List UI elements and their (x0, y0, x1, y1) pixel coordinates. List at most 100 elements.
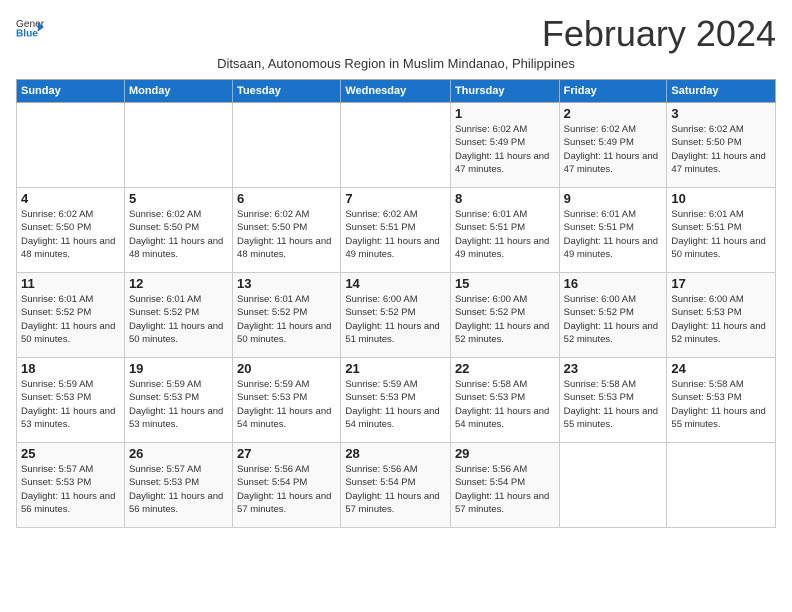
day-number: 4 (21, 191, 120, 206)
day-info: Sunrise: 5:57 AMSunset: 5:53 PMDaylight:… (21, 463, 120, 516)
calendar-cell: 3 Sunrise: 6:02 AMSunset: 5:50 PMDaylight… (667, 103, 776, 188)
svg-text:Blue: Blue (16, 28, 38, 38)
day-number: 21 (345, 361, 446, 376)
day-number: 6 (237, 191, 336, 206)
logo-icon: General Blue (16, 16, 44, 38)
calendar-cell: 14 Sunrise: 6:00 AMSunset: 5:52 PMDayligh… (341, 273, 451, 358)
day-info: Sunrise: 6:01 AMSunset: 5:51 PMDaylight:… (455, 208, 555, 261)
calendar-cell: 8 Sunrise: 6:01 AMSunset: 5:51 PMDaylight… (450, 188, 559, 273)
day-info: Sunrise: 6:02 AMSunset: 5:51 PMDaylight:… (345, 208, 446, 261)
day-number: 7 (345, 191, 446, 206)
calendar-cell: 6 Sunrise: 6:02 AMSunset: 5:50 PMDaylight… (233, 188, 341, 273)
col-header-saturday: Saturday (667, 80, 776, 103)
calendar-cell (17, 103, 125, 188)
day-number: 8 (455, 191, 555, 206)
calendar-cell: 10 Sunrise: 6:01 AMSunset: 5:51 PMDayligh… (667, 188, 776, 273)
calendar-cell: 18 Sunrise: 5:59 AMSunset: 5:53 PMDayligh… (17, 358, 125, 443)
logo: General Blue (16, 16, 44, 38)
day-info: Sunrise: 6:01 AMSunset: 5:51 PMDaylight:… (564, 208, 663, 261)
calendar-cell: 19 Sunrise: 5:59 AMSunset: 5:53 PMDayligh… (124, 358, 232, 443)
day-info: Sunrise: 5:59 AMSunset: 5:53 PMDaylight:… (129, 378, 228, 431)
day-number: 16 (564, 276, 663, 291)
calendar-cell: 2 Sunrise: 6:02 AMSunset: 5:49 PMDaylight… (559, 103, 667, 188)
day-info: Sunrise: 6:01 AMSunset: 5:51 PMDaylight:… (671, 208, 771, 261)
calendar-cell (341, 103, 451, 188)
day-info: Sunrise: 6:02 AMSunset: 5:50 PMDaylight:… (129, 208, 228, 261)
day-number: 23 (564, 361, 663, 376)
calendar-cell: 7 Sunrise: 6:02 AMSunset: 5:51 PMDaylight… (341, 188, 451, 273)
calendar-cell: 23 Sunrise: 5:58 AMSunset: 5:53 PMDayligh… (559, 358, 667, 443)
day-number: 25 (21, 446, 120, 461)
subtitle: Ditsaan, Autonomous Region in Muslim Min… (16, 56, 776, 71)
day-info: Sunrise: 6:00 AMSunset: 5:52 PMDaylight:… (345, 293, 446, 346)
day-info: Sunrise: 5:59 AMSunset: 5:53 PMDaylight:… (21, 378, 120, 431)
calendar-cell: 5 Sunrise: 6:02 AMSunset: 5:50 PMDaylight… (124, 188, 232, 273)
day-info: Sunrise: 6:02 AMSunset: 5:49 PMDaylight:… (455, 123, 555, 176)
day-number: 15 (455, 276, 555, 291)
day-info: Sunrise: 5:56 AMSunset: 5:54 PMDaylight:… (237, 463, 336, 516)
day-number: 12 (129, 276, 228, 291)
calendar-cell: 17Sunrise: 6:00 AMSunset: 5:53 PMDayligh… (667, 273, 776, 358)
header: General Blue February 2024 (16, 16, 776, 52)
calendar-cell: 26 Sunrise: 5:57 AMSunset: 5:53 PMDayligh… (124, 443, 232, 528)
day-info: Sunrise: 6:01 AMSunset: 5:52 PMDaylight:… (237, 293, 336, 346)
day-info: Sunrise: 6:00 AMSunset: 5:52 PMDaylight:… (455, 293, 555, 346)
day-number: 20 (237, 361, 336, 376)
calendar-cell: 12Sunrise: 6:01 AMSunset: 5:52 PMDayligh… (124, 273, 232, 358)
calendar-cell: 21 Sunrise: 5:59 AMSunset: 5:53 PMDayligh… (341, 358, 451, 443)
day-number: 24 (671, 361, 771, 376)
col-header-sunday: Sunday (17, 80, 125, 103)
calendar-cell: 25 Sunrise: 5:57 AMSunset: 5:53 PMDayligh… (17, 443, 125, 528)
day-info: Sunrise: 5:56 AMSunset: 5:54 PMDaylight:… (455, 463, 555, 516)
day-number: 11 (21, 276, 120, 291)
day-info: Sunrise: 5:59 AMSunset: 5:53 PMDaylight:… (345, 378, 446, 431)
calendar-cell: 28Sunrise: 5:56 AMSunset: 5:54 PMDayligh… (341, 443, 451, 528)
calendar-cell: 13 Sunrise: 6:01 AMSunset: 5:52 PMDayligh… (233, 273, 341, 358)
day-number: 10 (671, 191, 771, 206)
day-number: 18 (21, 361, 120, 376)
calendar-cell: 24 Sunrise: 5:58 AMSunset: 5:53 PMDayligh… (667, 358, 776, 443)
day-number: 2 (564, 106, 663, 121)
day-number: 9 (564, 191, 663, 206)
day-number: 13 (237, 276, 336, 291)
day-number: 22 (455, 361, 555, 376)
day-number: 5 (129, 191, 228, 206)
col-header-tuesday: Tuesday (233, 80, 341, 103)
day-info: Sunrise: 5:57 AMSunset: 5:53 PMDaylight:… (129, 463, 228, 516)
day-info: Sunrise: 6:02 AMSunset: 5:50 PMDaylight:… (671, 123, 771, 176)
calendar-cell: 9 Sunrise: 6:01 AMSunset: 5:51 PMDaylight… (559, 188, 667, 273)
day-number: 29 (455, 446, 555, 461)
calendar-cell (667, 443, 776, 528)
day-number: 19 (129, 361, 228, 376)
calendar-cell: 20 Sunrise: 5:59 AMSunset: 5:53 PMDayligh… (233, 358, 341, 443)
col-header-friday: Friday (559, 80, 667, 103)
calendar-cell: 4 Sunrise: 6:02 AMSunset: 5:50 PMDaylight… (17, 188, 125, 273)
day-info: Sunrise: 6:02 AMSunset: 5:49 PMDaylight:… (564, 123, 663, 176)
calendar-cell: 16 Sunrise: 6:00 AMSunset: 5:52 PMDayligh… (559, 273, 667, 358)
day-number: 1 (455, 106, 555, 121)
calendar-week-4: 18 Sunrise: 5:59 AMSunset: 5:53 PMDayligh… (17, 358, 776, 443)
calendar-cell: 15 Sunrise: 6:00 AMSunset: 5:52 PMDayligh… (450, 273, 559, 358)
day-info: Sunrise: 5:58 AMSunset: 5:53 PMDaylight:… (564, 378, 663, 431)
day-info: Sunrise: 6:00 AMSunset: 5:52 PMDaylight:… (564, 293, 663, 346)
day-info: Sunrise: 6:02 AMSunset: 5:50 PMDaylight:… (237, 208, 336, 261)
calendar-week-1: 1 Sunrise: 6:02 AMSunset: 5:49 PMDaylight… (17, 103, 776, 188)
day-number: 26 (129, 446, 228, 461)
day-info: Sunrise: 5:59 AMSunset: 5:53 PMDaylight:… (237, 378, 336, 431)
col-header-wednesday: Wednesday (341, 80, 451, 103)
day-info: Sunrise: 6:01 AMSunset: 5:52 PMDaylight:… (21, 293, 120, 346)
calendar-week-5: 25 Sunrise: 5:57 AMSunset: 5:53 PMDayligh… (17, 443, 776, 528)
calendar-table: SundayMondayTuesdayWednesdayThursdayFrid… (16, 79, 776, 528)
day-info: Sunrise: 5:58 AMSunset: 5:53 PMDaylight:… (455, 378, 555, 431)
day-number: 14 (345, 276, 446, 291)
col-header-monday: Monday (124, 80, 232, 103)
calendar-cell: 1 Sunrise: 6:02 AMSunset: 5:49 PMDaylight… (450, 103, 559, 188)
day-info: Sunrise: 5:58 AMSunset: 5:53 PMDaylight:… (671, 378, 771, 431)
day-number: 28 (345, 446, 446, 461)
day-info: Sunrise: 6:02 AMSunset: 5:50 PMDaylight:… (21, 208, 120, 261)
calendar-cell (124, 103, 232, 188)
calendar-cell: 29 Sunrise: 5:56 AMSunset: 5:54 PMDayligh… (450, 443, 559, 528)
month-title: February 2024 (542, 16, 776, 52)
calendar-week-3: 11 Sunrise: 6:01 AMSunset: 5:52 PMDayligh… (17, 273, 776, 358)
day-number: 3 (671, 106, 771, 121)
